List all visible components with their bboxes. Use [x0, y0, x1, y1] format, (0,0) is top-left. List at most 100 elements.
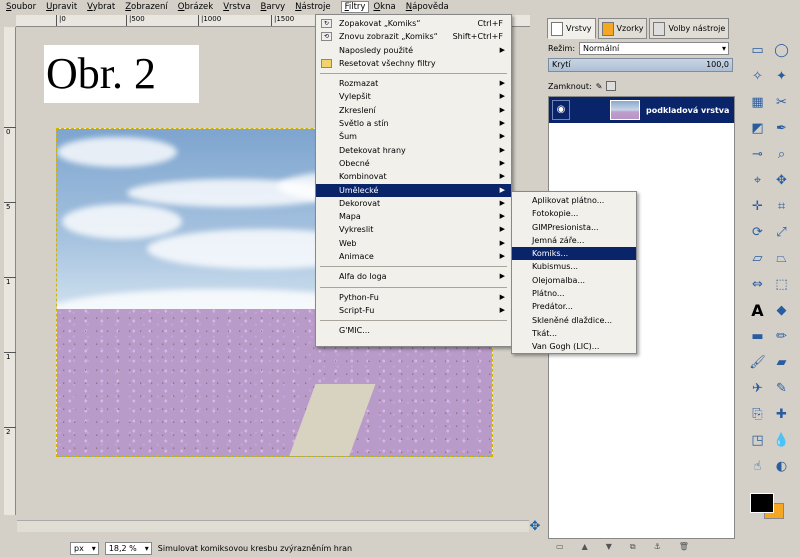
menu-item-weave[interactable]: Tkát... [512, 327, 636, 340]
menu-item-gmic[interactable]: G'MIC... [316, 324, 511, 337]
bucket-fill-icon[interactable]: ◆ [772, 301, 791, 320]
blend-icon[interactable]: ▬ [748, 327, 767, 346]
smudge-icon[interactable]: ☝ [748, 457, 767, 476]
menu-item-generic[interactable]: Obecné ▶ [316, 157, 511, 170]
fuzzy-select-icon[interactable]: ✦ [772, 67, 791, 86]
menu-item-edge-detect[interactable]: Detekovat hrany ▶ [316, 144, 511, 157]
menu-item-canvas[interactable]: Plátno... [512, 287, 636, 300]
unit-select[interactable]: px [70, 541, 99, 555]
menu-item-apply-canvas[interactable]: Aplikovat plátno... [512, 194, 636, 207]
menu-item-web[interactable]: Web ▶ [316, 237, 511, 250]
menu-item-blur[interactable]: Rozmazat ▶ [316, 77, 511, 90]
menu-item-animation[interactable]: Animace ▶ [316, 250, 511, 263]
tab-layers[interactable]: Vrstvy [547, 18, 596, 39]
menu-item-render[interactable]: Vykreslit ▶ [316, 223, 511, 236]
heal-icon[interactable]: ✚ [772, 405, 791, 424]
duplicate-layer-icon[interactable]: ⧉ [630, 542, 636, 554]
lock-pixels-icon[interactable]: ✎ [596, 82, 603, 91]
ink-icon[interactable]: ✎ [772, 379, 791, 398]
menu-colors[interactable]: Barvy [261, 2, 292, 12]
blur-icon[interactable]: 💧 [772, 431, 791, 450]
horizontal-scrollbar[interactable] [17, 520, 529, 532]
text-icon[interactable]: A [748, 301, 767, 320]
menu-windows[interactable]: Okna [373, 2, 401, 12]
menu-item-predator[interactable]: Predátor... [512, 300, 636, 313]
menu-help[interactable]: Nápověda [406, 2, 455, 12]
menu-item-photocopy[interactable]: Fotokopie... [512, 207, 636, 220]
raise-layer-icon[interactable]: ▲ [582, 542, 588, 554]
menu-item-oilify[interactable]: Olejomalba... [512, 274, 636, 287]
navigate-icon[interactable]: ✥ [528, 520, 542, 534]
menu-item-light-shadow[interactable]: Světlo a stín ▶ [316, 117, 511, 130]
menu-item-repeat[interactable]: ↻ Zopakovat „Komiks“ Ctrl+F [316, 17, 511, 30]
menu-item-cartoon[interactable]: Komiks... [512, 247, 636, 261]
menu-item-distorts[interactable]: Zkreslení ▶ [316, 104, 511, 117]
lower-layer-icon[interactable]: ▼ [606, 542, 612, 554]
menu-item-decor[interactable]: Dekorovat ▶ [316, 197, 511, 210]
zoom-select[interactable]: 18,2 % [104, 541, 152, 555]
opacity-slider[interactable]: Krytí 100,0 [548, 58, 733, 72]
menu-item-map[interactable]: Mapa ▶ [316, 210, 511, 223]
menu-item-combine[interactable]: Kombinovat ▶ [316, 170, 511, 183]
menu-tools[interactable]: Nástroje [295, 2, 336, 12]
color-select-icon[interactable]: ▦ [748, 93, 767, 112]
dodge-icon[interactable]: ◐ [772, 457, 791, 476]
align-icon[interactable]: ✛ [748, 197, 767, 216]
menu-view[interactable]: Zobrazení [125, 2, 174, 12]
eraser-icon[interactable]: ▰ [772, 353, 791, 372]
mode-select[interactable]: Normální [579, 42, 730, 55]
eye-icon[interactable]: ◉ [552, 100, 570, 120]
crop-icon[interactable]: ⌗ [772, 197, 791, 216]
menu-filters[interactable]: Filtry [340, 1, 370, 13]
menu-item-noise[interactable]: Šum ▶ [316, 130, 511, 143]
menu-edit[interactable]: Upravit [46, 2, 83, 12]
free-select-icon[interactable]: ✧ [748, 67, 767, 86]
rotate-icon[interactable]: ⟳ [748, 223, 767, 242]
menu-item-cubism[interactable]: Kubismus... [512, 260, 636, 273]
flip-icon[interactable]: ⇔ [748, 275, 767, 294]
rect-select-icon[interactable]: ▭ [748, 41, 767, 60]
anchor-icon[interactable]: ⚓ [654, 542, 661, 554]
menu-item-python-fu[interactable]: Python-Fu ▶ [316, 291, 511, 304]
perspective-icon[interactable]: ⏢ [772, 249, 791, 268]
menu-item-recent[interactable]: Naposledy použité ▶ [316, 44, 511, 57]
menu-item-alpha-to-logo[interactable]: Alfa do loga ▶ [316, 270, 511, 283]
vertical-ruler[interactable]: 0 5 1 1 2 [4, 27, 16, 515]
menu-item-enhance[interactable]: Vylepšit ▶ [316, 90, 511, 103]
layer-row[interactable]: ◉ podkladová vrstva [549, 97, 734, 123]
ellipse-select-icon[interactable]: ◯ [772, 41, 791, 60]
menu-item-artistic[interactable]: Umělecké ▶ [316, 183, 511, 197]
measure-icon[interactable]: ⌖ [748, 171, 767, 190]
tab-tool-options[interactable]: Volby nástroje [649, 18, 730, 39]
menu-item-van-gogh[interactable]: Van Gogh (LIC)... [512, 340, 636, 353]
foreground-color-swatch[interactable] [750, 493, 774, 513]
menu-item-glass-tile[interactable]: Skleněné dlaždice... [512, 314, 636, 327]
menu-layer[interactable]: Vrstva [223, 2, 256, 12]
move-icon[interactable]: ✥ [772, 171, 791, 190]
perspective-clone-icon[interactable]: ◳ [748, 431, 767, 450]
pencil-icon[interactable]: ✏ [772, 327, 791, 346]
paths-icon[interactable]: ✒ [772, 119, 791, 138]
menu-select[interactable]: Vybrat [87, 2, 121, 12]
menu-item-soft-glow[interactable]: Jemná záře... [512, 234, 636, 247]
cage-icon[interactable]: ⬚ [772, 275, 791, 294]
scale-icon[interactable]: ⤢ [772, 223, 791, 242]
scissors-icon[interactable]: ✂ [772, 93, 791, 112]
paintbrush-icon[interactable]: 🖌 [748, 353, 767, 372]
foreground-select-icon[interactable]: ◩ [748, 119, 767, 138]
delete-layer-icon[interactable]: 🗑 [679, 542, 689, 554]
menu-item-reset[interactable]: Resetovat všechny filtry [316, 57, 511, 70]
menu-item-gimpressionist[interactable]: GIMPresionista... [512, 221, 636, 234]
zoom-icon[interactable]: ⌕ [772, 145, 791, 164]
airbrush-icon[interactable]: ✈ [748, 379, 767, 398]
menu-item-script-fu[interactable]: Script-Fu ▶ [316, 304, 511, 317]
shear-icon[interactable]: ▱ [748, 249, 767, 268]
menu-file[interactable]: Soubor [6, 2, 42, 12]
lock-alpha-checkbox[interactable] [606, 81, 617, 91]
color-picker-icon[interactable]: ⊸ [748, 145, 767, 164]
menu-item-reshow[interactable]: ⟲ Znovu zobrazit „Komiks“ Shift+Ctrl+F [316, 30, 511, 43]
clone-icon[interactable]: ⎘ [748, 405, 767, 424]
menu-image[interactable]: Obrázek [178, 2, 219, 12]
new-layer-icon[interactable]: ▭ [556, 542, 564, 554]
tab-patterns[interactable]: Vzorky [597, 18, 648, 39]
